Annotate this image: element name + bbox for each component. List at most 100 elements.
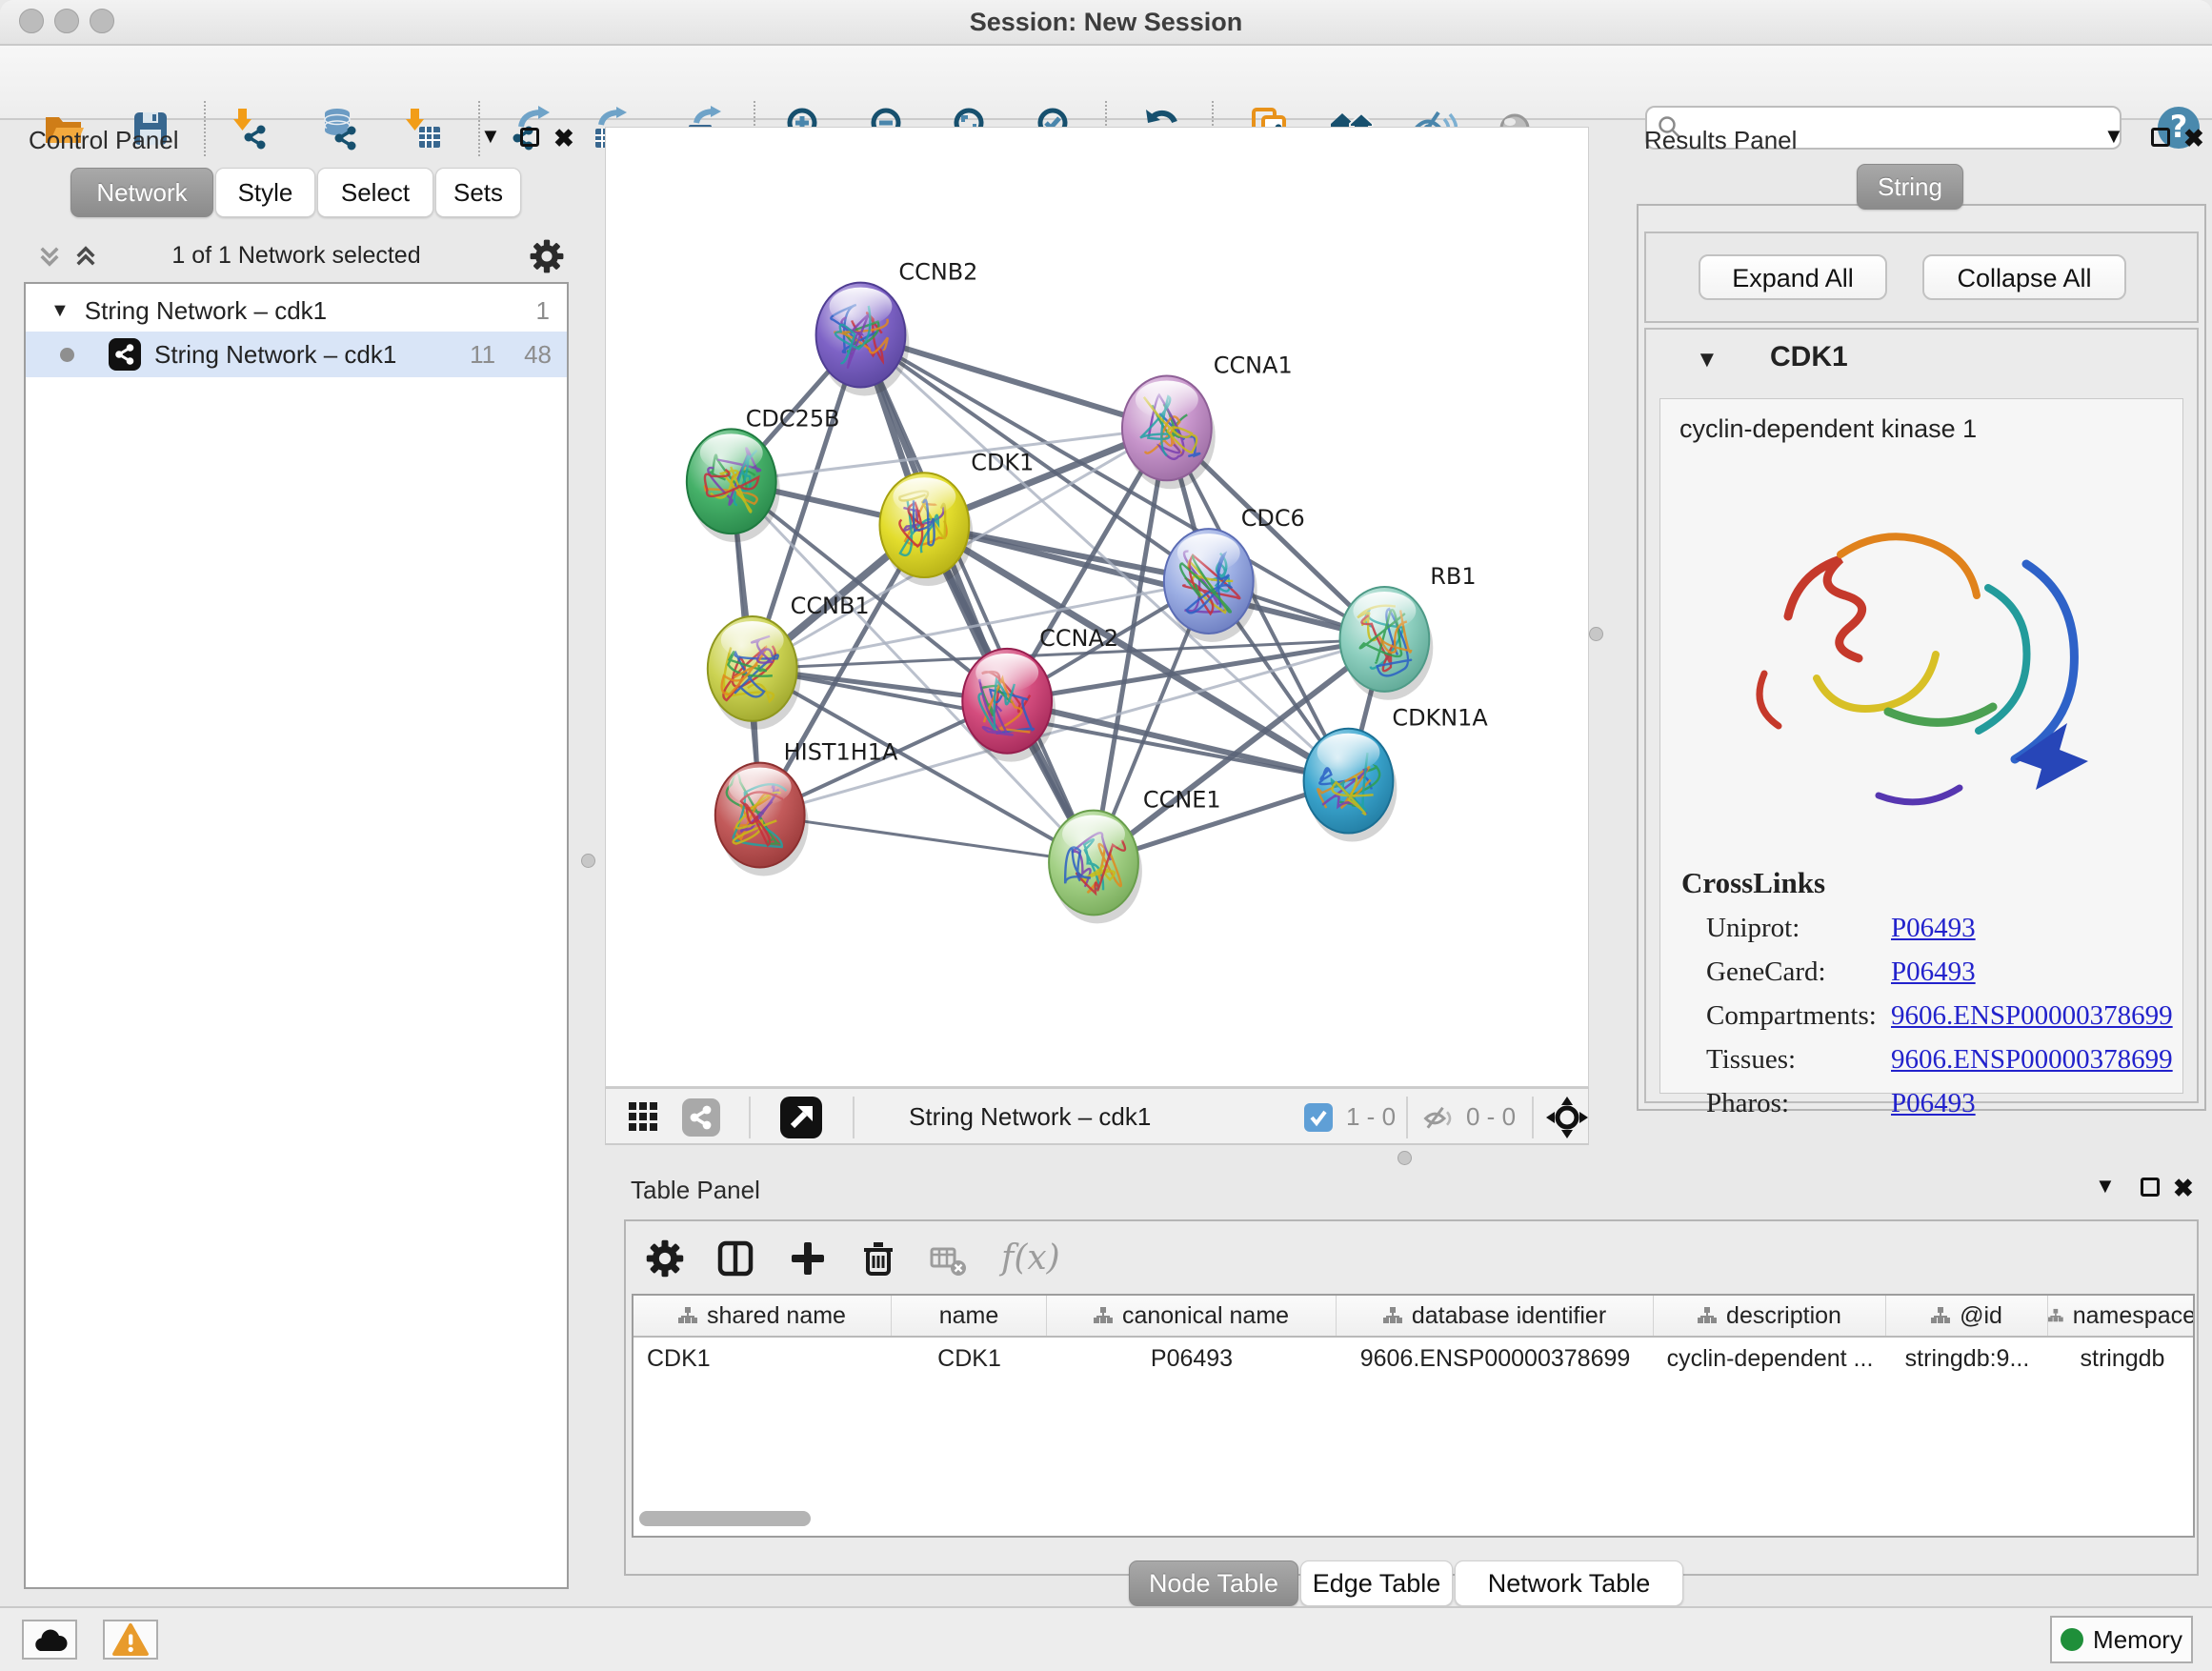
birds-eye-toggle[interactable] — [780, 1097, 822, 1138]
main-toolbar: ? — [0, 46, 2212, 120]
horizontal-scrollbar[interactable] — [639, 1511, 811, 1526]
collection-label: String Network – cdk1 — [85, 296, 327, 326]
panel-menu-icon[interactable]: ▼ — [480, 124, 501, 149]
column-header[interactable]: database identifier — [1337, 1296, 1654, 1336]
show-columns-icon[interactable] — [715, 1238, 755, 1278]
column-header[interactable]: shared name — [633, 1296, 892, 1336]
gear-icon[interactable] — [529, 238, 565, 274]
separator — [853, 1097, 855, 1138]
column-type-icon — [1698, 1306, 1717, 1325]
selection-status-text: 1 of 1 Network selected — [24, 242, 569, 270]
network-canvas[interactable]: CCNB2CCNA1CDC25BCDK1CDC6RB1CCNB1CCNA2CDK… — [606, 128, 1588, 1086]
node-description: cyclin-dependent kinase 1 — [1679, 414, 1977, 444]
network-node-label-CCNB1: CCNB1 — [791, 593, 870, 619]
network-label: String Network – cdk1 — [154, 340, 396, 370]
panel-menu-icon[interactable]: ▼ — [2103, 124, 2124, 149]
left-splitter-handle[interactable] — [581, 854, 595, 868]
create-column-icon[interactable] — [788, 1238, 828, 1278]
table-row[interactable]: CDK1 CDK1 P06493 9606.ENSP00000378699 cy… — [633, 1338, 2193, 1379]
function-builder-icon: f(x) — [1001, 1238, 1060, 1278]
close-panel-icon[interactable]: ✖ — [553, 124, 574, 153]
close-panel-icon[interactable]: ✖ — [2173, 1174, 2194, 1203]
tab-sets[interactable]: Sets — [435, 168, 521, 217]
network-selection-bar: 1 of 1 Network selected — [24, 234, 569, 278]
window-title: Session: New Session — [0, 0, 2212, 44]
tree-expand-icon[interactable]: ▼ — [50, 300, 70, 322]
collapse-all-button[interactable]: Collapse All — [1922, 254, 2126, 300]
network-node-label-CDKN1A: CDKN1A — [1392, 705, 1488, 732]
network-edge-CCNA2-CDKN1A[interactable] — [1007, 701, 1348, 781]
tab-string[interactable]: String — [1857, 164, 1963, 210]
tab-node-table[interactable]: Node Table — [1129, 1560, 1298, 1606]
expand-all-button[interactable]: Expand All — [1699, 254, 1887, 300]
pharos-link[interactable]: P06493 — [1891, 1088, 1976, 1118]
column-type-icon — [1383, 1306, 1402, 1325]
panel-menu-icon[interactable]: ▼ — [2095, 1174, 2116, 1198]
tab-network-table[interactable]: Network Table — [1455, 1560, 1683, 1606]
collection-count: 1 — [536, 296, 550, 326]
network-collection-row[interactable]: ▼ String Network – cdk1 1 — [26, 290, 567, 332]
horizontal-splitter-handle[interactable] — [1398, 1151, 1412, 1165]
share-view-icon[interactable] — [682, 1098, 720, 1137]
protein-structure-image — [1674, 473, 2169, 855]
column-type-icon — [1094, 1306, 1113, 1325]
compartments-link[interactable]: 9606.ENSP00000378699 — [1891, 1000, 2173, 1031]
network-view-title: String Network – cdk1 — [909, 1102, 1151, 1132]
table-panel-body: f(x) shared name name canonical name dat… — [624, 1219, 2199, 1576]
network-node-label-CDK1: CDK1 — [971, 449, 1034, 475]
column-header[interactable]: description — [1654, 1296, 1886, 1336]
crosslinks-labels: Uniprot: GeneCard: Compartments: Tissues… — [1706, 906, 1877, 1125]
column-type-icon — [678, 1306, 697, 1325]
network-row-selected[interactable]: String Network – cdk1 11 48 — [26, 332, 567, 377]
network-node-label-CDC6: CDC6 — [1241, 505, 1305, 532]
column-type-icon — [2048, 1306, 2063, 1325]
float-panel-icon[interactable] — [520, 128, 539, 147]
warning-icon — [111, 1622, 150, 1657]
table-gear-icon[interactable] — [645, 1238, 685, 1278]
results-panel-title: Results Panel — [1644, 126, 1797, 155]
table-panel-header: Table Panel ▼ ✖ — [616, 1172, 2206, 1210]
edge-count: 48 — [524, 340, 552, 370]
warnings-button[interactable] — [103, 1620, 158, 1660]
separator — [1406, 1097, 1408, 1138]
network-node-label-HIST1H1A: HIST1H1A — [784, 739, 898, 766]
close-panel-icon[interactable]: ✖ — [2183, 124, 2204, 153]
right-splitter-handle[interactable] — [1589, 627, 1603, 641]
network-tree-panel: ▼ String Network – cdk1 1 String Network… — [24, 282, 569, 1589]
tab-style[interactable]: Style — [215, 168, 315, 217]
float-panel-icon[interactable] — [2151, 128, 2170, 147]
network-edge-CCNB2-CCNE1[interactable] — [860, 335, 1094, 863]
column-header[interactable]: @id — [1886, 1296, 2048, 1336]
genecard-link[interactable]: P06493 — [1891, 956, 1976, 987]
delete-column-icon[interactable] — [858, 1238, 898, 1278]
column-header[interactable]: namespace — [2048, 1296, 2195, 1336]
tissues-link[interactable]: 9606.ENSP00000378699 — [1891, 1044, 2173, 1075]
memory-button[interactable]: Memory — [2050, 1616, 2193, 1663]
crosshair-icon[interactable] — [1545, 1096, 1589, 1139]
tab-edge-table[interactable]: Edge Table — [1300, 1560, 1453, 1606]
table-panel-title: Table Panel — [631, 1176, 760, 1205]
cloud-icon — [30, 1625, 69, 1654]
float-panel-icon[interactable] — [2141, 1178, 2160, 1197]
crosslink-label: Compartments: — [1706, 994, 1877, 1037]
section-collapse-icon[interactable]: ▼ — [1696, 347, 1719, 373]
app-status-bar: Memory — [0, 1606, 2212, 1671]
column-header[interactable]: name — [892, 1296, 1047, 1336]
uniprot-link[interactable]: P06493 — [1891, 913, 1976, 943]
section-title: CDK1 — [1770, 341, 1848, 373]
results-panel-header: Results Panel ▼ ✖ — [1631, 124, 2206, 158]
network-node-label-CDC25B: CDC25B — [746, 405, 840, 432]
network-edge-CCNE1-HIST1H1A[interactable] — [760, 815, 1094, 863]
memory-status-dot-icon — [2061, 1628, 2083, 1651]
network-node-label-RB1: RB1 — [1430, 563, 1476, 590]
cloud-status-button[interactable] — [22, 1620, 77, 1660]
crosslink-label: GeneCard: — [1706, 950, 1877, 994]
node-table: shared name name canonical name database… — [632, 1294, 2195, 1538]
column-header[interactable]: canonical name — [1047, 1296, 1337, 1336]
hidden-eye-icon[interactable] — [1421, 1101, 1456, 1136]
grid-view-icon[interactable] — [627, 1100, 661, 1135]
tab-network[interactable]: Network — [70, 168, 213, 217]
selected-checkbox[interactable] — [1304, 1103, 1333, 1132]
tab-select[interactable]: Select — [317, 168, 433, 217]
crosslink-label: Uniprot: — [1706, 906, 1877, 950]
